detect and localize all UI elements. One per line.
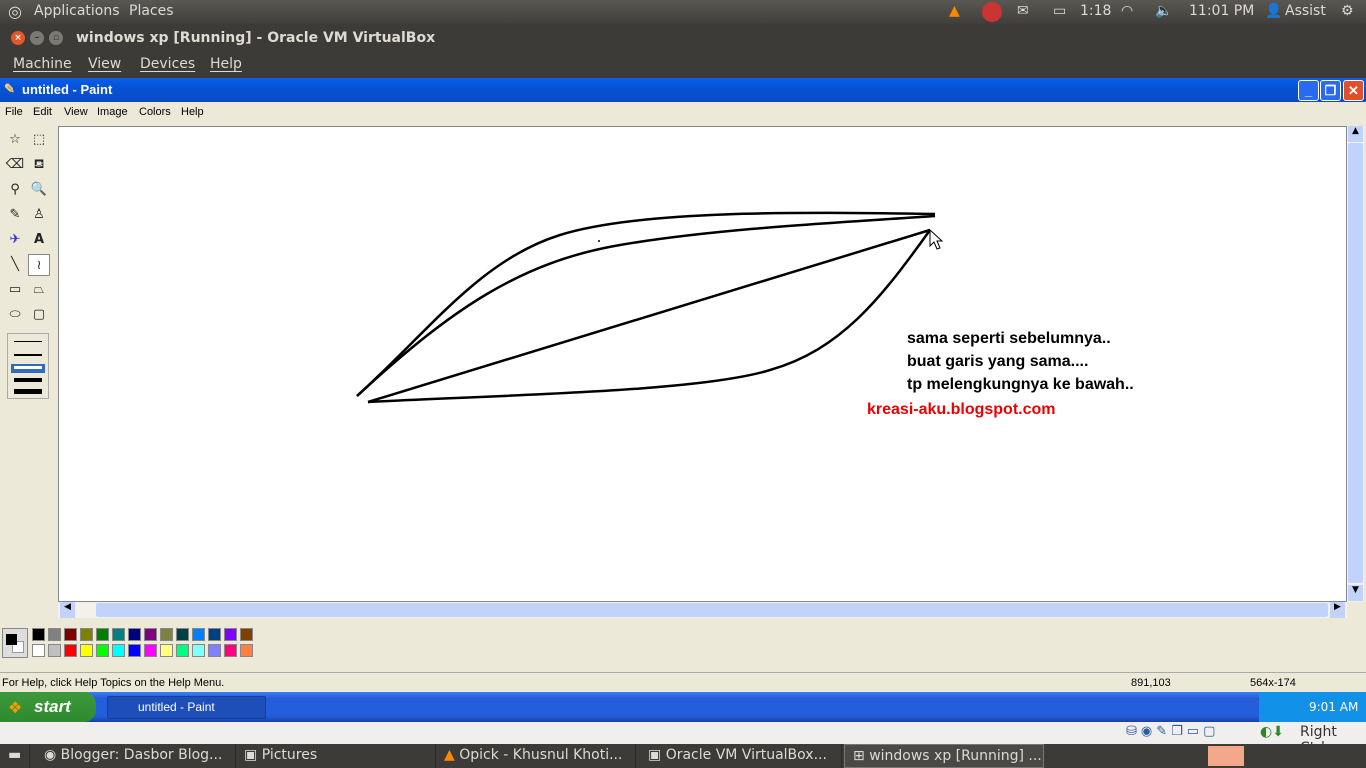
vbox-statusbar: ⛁◉✎❐▭▢ ◐⬇ Right Ctrl	[0, 722, 1366, 756]
color-swatch[interactable]	[160, 644, 173, 657]
color-swatch[interactable]	[112, 644, 125, 657]
color-swatch[interactable]	[208, 628, 221, 641]
task-pictures[interactable]: ▣ Pictures	[236, 744, 436, 768]
color-swatch[interactable]	[80, 644, 93, 657]
scroll-left-icon[interactable]: ◀	[60, 602, 75, 618]
color-swatch[interactable]	[96, 628, 109, 641]
status-help-text: For Help, click Help Topics on the Help …	[2, 677, 225, 689]
task-windows-xp[interactable]: ⊞ windows xp [Running] ...	[844, 744, 1044, 768]
note-line-3: tp melengkungnya ke bawah..	[907, 376, 1134, 393]
horizontal-scroll-thumb[interactable]	[96, 603, 1328, 617]
color-swatch[interactable]	[32, 628, 45, 641]
color-swatch[interactable]	[48, 628, 61, 641]
selection-size: 564x-174	[1250, 677, 1296, 689]
task-opick[interactable]: ▲ Opick - Khusnul Khoti...	[436, 744, 636, 768]
current-colors	[2, 628, 28, 658]
note-line-1: sama seperti sebelumnya..	[907, 330, 1111, 347]
vbox-device-icons[interactable]: ⛁◉✎❐▭▢	[1126, 724, 1219, 739]
ubuntu-bottom-panel: ▬ ◉ Blogger: Dasbor Blog... ▣ Pictures ▲…	[0, 744, 1366, 768]
color-swatch[interactable]	[64, 628, 77, 641]
xp-taskbar: start ❖ untitled - Paint 9:01 AM	[0, 692, 1366, 722]
mouse-cursor-icon	[929, 228, 944, 250]
note-line-2: buat garis yang sama....	[907, 353, 1089, 370]
inner-top-curve	[356, 214, 936, 397]
color-swatch[interactable]	[32, 644, 45, 657]
color-swatch[interactable]	[128, 644, 141, 657]
task-blogger[interactable]: ◉ Blogger: Dasbor Blog...	[36, 744, 236, 768]
vertical-scrollbar[interactable]: ▲ ▼	[1347, 126, 1364, 602]
color-swatch[interactable]	[224, 644, 237, 657]
workspace-switcher[interactable]	[1208, 746, 1244, 766]
color-swatch[interactable]	[240, 644, 253, 657]
scroll-down-icon[interactable]: ▼	[1348, 585, 1363, 601]
color-swatch[interactable]	[176, 644, 189, 657]
color-swatch[interactable]	[176, 628, 189, 641]
color-swatch[interactable]	[144, 628, 157, 641]
color-swatch[interactable]	[224, 628, 237, 641]
stray-dot	[598, 240, 600, 242]
watermark: kreasi-aku.blogspot.com	[867, 401, 1056, 418]
horizontal-scrollbar[interactable]: ◀ ▶	[58, 602, 1347, 618]
start-label: start	[34, 697, 71, 716]
vertical-scroll-thumb[interactable]	[1348, 143, 1363, 583]
color-swatch[interactable]	[128, 628, 141, 641]
color-swatch[interactable]	[80, 628, 93, 641]
color-swatch[interactable]	[192, 628, 205, 641]
system-tray: 9:01 AM	[1259, 692, 1366, 722]
color-swatch[interactable]	[48, 644, 61, 657]
color-swatch[interactable]	[96, 644, 109, 657]
color-swatch[interactable]	[208, 644, 221, 657]
windows-flag-icon: ❖	[8, 698, 23, 717]
color-swatch[interactable]	[112, 628, 125, 641]
color-swatch[interactable]	[240, 628, 253, 641]
status-bar: For Help, click Help Topics on the Help …	[0, 672, 1366, 692]
taskbar-item-label: untitled - Paint	[138, 700, 215, 714]
scroll-right-icon[interactable]: ▶	[1330, 602, 1345, 618]
mouse-integration-icon[interactable]: ◐⬇	[1260, 724, 1284, 740]
color-swatch[interactable]	[144, 644, 157, 657]
color-swatch[interactable]	[192, 644, 205, 657]
color-swatch[interactable]	[160, 628, 173, 641]
show-desktop-icon[interactable]: ▬	[0, 744, 30, 768]
taskbar-item-paint[interactable]: untitled - Paint	[107, 696, 266, 719]
tray-clock[interactable]: 9:01 AM	[1309, 700, 1358, 714]
cursor-position: 891,103	[1131, 677, 1171, 689]
color-swatch[interactable]	[64, 644, 77, 657]
scroll-up-icon[interactable]: ▲	[1348, 126, 1363, 142]
task-virtualbox-manager[interactable]: ▣ Oracle VM VirtualBox...	[640, 744, 842, 768]
